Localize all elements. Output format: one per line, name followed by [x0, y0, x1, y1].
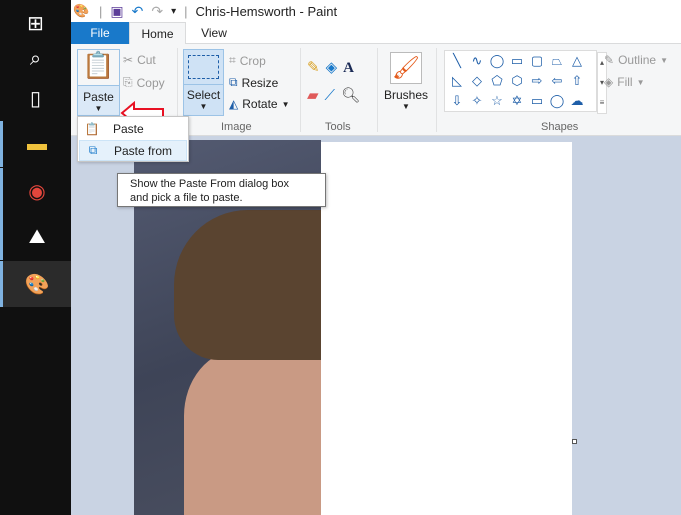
- canvas[interactable]: [321, 142, 572, 515]
- chevron-down-icon: ▼: [281, 99, 290, 109]
- select-rect-icon: [188, 55, 219, 79]
- shape-item[interactable]: ✧: [467, 91, 487, 111]
- cut-button[interactable]: ✂ Cut: [123, 53, 156, 67]
- paint-icon[interactable]: 🎨: [0, 261, 71, 307]
- tab-file[interactable]: File: [71, 22, 129, 44]
- fill-bucket-icon[interactable]: ◈: [326, 59, 344, 76]
- chevron-down-icon: ▼: [94, 104, 103, 113]
- shape-item[interactable]: ∿: [467, 51, 487, 71]
- shapes-group-label: Shapes: [541, 121, 579, 133]
- taskbar: ⊞ ⌕ ▯ ▬ ◉ ⛰ 🎨: [0, 0, 71, 515]
- image-group-label: Image: [221, 121, 252, 133]
- scissors-icon: ✂: [123, 53, 134, 67]
- paint-app-icon: 🎨: [73, 3, 90, 18]
- clipboard-icon: 📋: [84, 121, 100, 136]
- menu-item-label: Paste from: [114, 143, 173, 158]
- paste-label: Paste: [78, 85, 119, 104]
- tooltip: Show the Paste From dialog box and pick …: [117, 173, 326, 207]
- tools-group-label: Tools: [325, 121, 351, 133]
- paste-dropdown-menu: 📋 Paste ⧉ Paste from: [77, 116, 189, 162]
- shape-item[interactable]: ▭: [507, 51, 527, 71]
- text-icon[interactable]: A: [343, 60, 360, 76]
- crop-label: Crop: [239, 53, 266, 68]
- shape-item[interactable]: ⇨: [527, 71, 547, 91]
- brush-icon: 🖌: [390, 52, 422, 84]
- shape-item[interactable]: ◯: [547, 91, 567, 111]
- hair-area: [174, 210, 321, 360]
- menu-item-paste[interactable]: 📋 Paste: [79, 118, 187, 139]
- face-area: [184, 350, 321, 515]
- tab-home[interactable]: Home: [129, 22, 186, 45]
- shape-item[interactable]: ⏢: [547, 51, 567, 71]
- canvas-resize-handle[interactable]: [572, 439, 577, 444]
- outline-button[interactable]: ✎ Outline ▼: [604, 53, 668, 67]
- resize-label: Resize: [241, 75, 279, 90]
- chevron-down-icon: ▼: [402, 102, 410, 111]
- shape-item[interactable]: △: [567, 51, 587, 71]
- title-bar: 🎨 | ▣ ↶ ↷ ▾ | Chris-Hemsworth - Paint: [71, 0, 681, 22]
- brushes-button[interactable]: 🖌 Brushes ▼: [384, 49, 428, 119]
- clipboard-icon: 📋: [78, 50, 119, 85]
- fill-button[interactable]: ◈ Fill ▼: [604, 75, 644, 89]
- task-view-icon[interactable]: ▯: [0, 75, 71, 121]
- save-icon[interactable]: ▣: [110, 3, 123, 20]
- shape-item[interactable]: ◇: [467, 71, 487, 91]
- rotate-label: Rotate: [242, 97, 278, 111]
- select-button[interactable]: Select ▼: [183, 49, 224, 116]
- crop-icon: ⌗: [229, 53, 236, 67]
- tooltip-line-2: and pick a file to paste.: [130, 192, 243, 204]
- file-explorer-icon[interactable]: ▬: [0, 121, 71, 167]
- shape-item[interactable]: ◯: [487, 51, 507, 71]
- outline-pencil-icon: ✎: [604, 53, 615, 67]
- chevron-down-icon: ▼: [199, 102, 208, 111]
- shape-item[interactable]: ⬡: [507, 71, 527, 91]
- brushes-label: Brushes: [384, 88, 429, 102]
- customize-toolbar-icon[interactable]: ▾: [171, 6, 176, 17]
- tools-row-2: ▰⟋🔍︎: [307, 86, 366, 104]
- shape-item[interactable]: ╲: [447, 51, 467, 71]
- chrome-icon[interactable]: ◉: [0, 168, 71, 214]
- resize-icon: ⧉: [229, 75, 238, 89]
- redo-icon[interactable]: ↷: [151, 3, 163, 20]
- paste-button[interactable]: 📋 Paste ▼: [77, 49, 120, 116]
- shape-item[interactable]: ✡: [507, 91, 527, 111]
- shape-item[interactable]: ▢: [527, 51, 547, 71]
- menu-item-paste-from[interactable]: ⧉ Paste from: [79, 140, 187, 161]
- tools-row-1: ✎◈A: [307, 58, 360, 77]
- shape-item[interactable]: ◺: [447, 71, 467, 91]
- copy-button[interactable]: ⎘ Copy: [123, 75, 165, 90]
- shape-item[interactable]: ⇧: [567, 71, 587, 91]
- color-picker-icon[interactable]: ⟋: [325, 87, 342, 104]
- copy-icon: ⎘: [123, 75, 133, 89]
- tab-view[interactable]: View: [186, 22, 242, 44]
- shape-item[interactable]: ▭: [527, 91, 547, 111]
- shape-item[interactable]: ☁: [567, 91, 587, 111]
- rotate-icon: ◭: [229, 97, 239, 111]
- select-label: Select: [184, 84, 223, 102]
- paste-from-icon: ⧉: [88, 143, 98, 157]
- menu-item-label: Paste: [113, 121, 144, 136]
- crop-button[interactable]: ⌗ Crop: [229, 53, 266, 68]
- fill-icon: ◈: [604, 75, 614, 89]
- copy-label: Copy: [136, 75, 165, 90]
- shape-item[interactable]: ⬠: [487, 71, 507, 91]
- shapes-gallery: ╲ ∿ ◯ ▭ ▢ ⏢ △ ◺ ◇ ⬠ ⬡ ⇨ ⇦ ⇧ ⇩ ✧ ☆ ✡ ▭ ◯ ☁: [444, 50, 597, 112]
- eraser-icon[interactable]: ▰: [307, 87, 325, 104]
- tooltip-line-1: Show the Paste From dialog box: [130, 178, 289, 190]
- shape-item[interactable]: ☆: [487, 91, 507, 111]
- magnifier-icon[interactable]: 🔍︎: [341, 87, 366, 104]
- rotate-button[interactable]: ◭ Rotate ▼: [229, 97, 290, 111]
- pencil-icon[interactable]: ✎: [307, 59, 326, 76]
- photos-icon[interactable]: ⛰: [0, 214, 71, 260]
- fill-label: Fill: [617, 75, 633, 89]
- cut-label: Cut: [137, 53, 156, 67]
- ribbon-tabs: File Home View: [71, 22, 681, 45]
- shape-item[interactable]: ⇩: [447, 91, 467, 111]
- resize-button[interactable]: ⧉ Resize: [229, 75, 278, 90]
- outline-label: Outline: [618, 53, 657, 67]
- shape-item[interactable]: ⇦: [547, 71, 567, 91]
- undo-icon[interactable]: ↶: [132, 3, 144, 20]
- window-title: Chris-Hemsworth - Paint: [195, 3, 338, 19]
